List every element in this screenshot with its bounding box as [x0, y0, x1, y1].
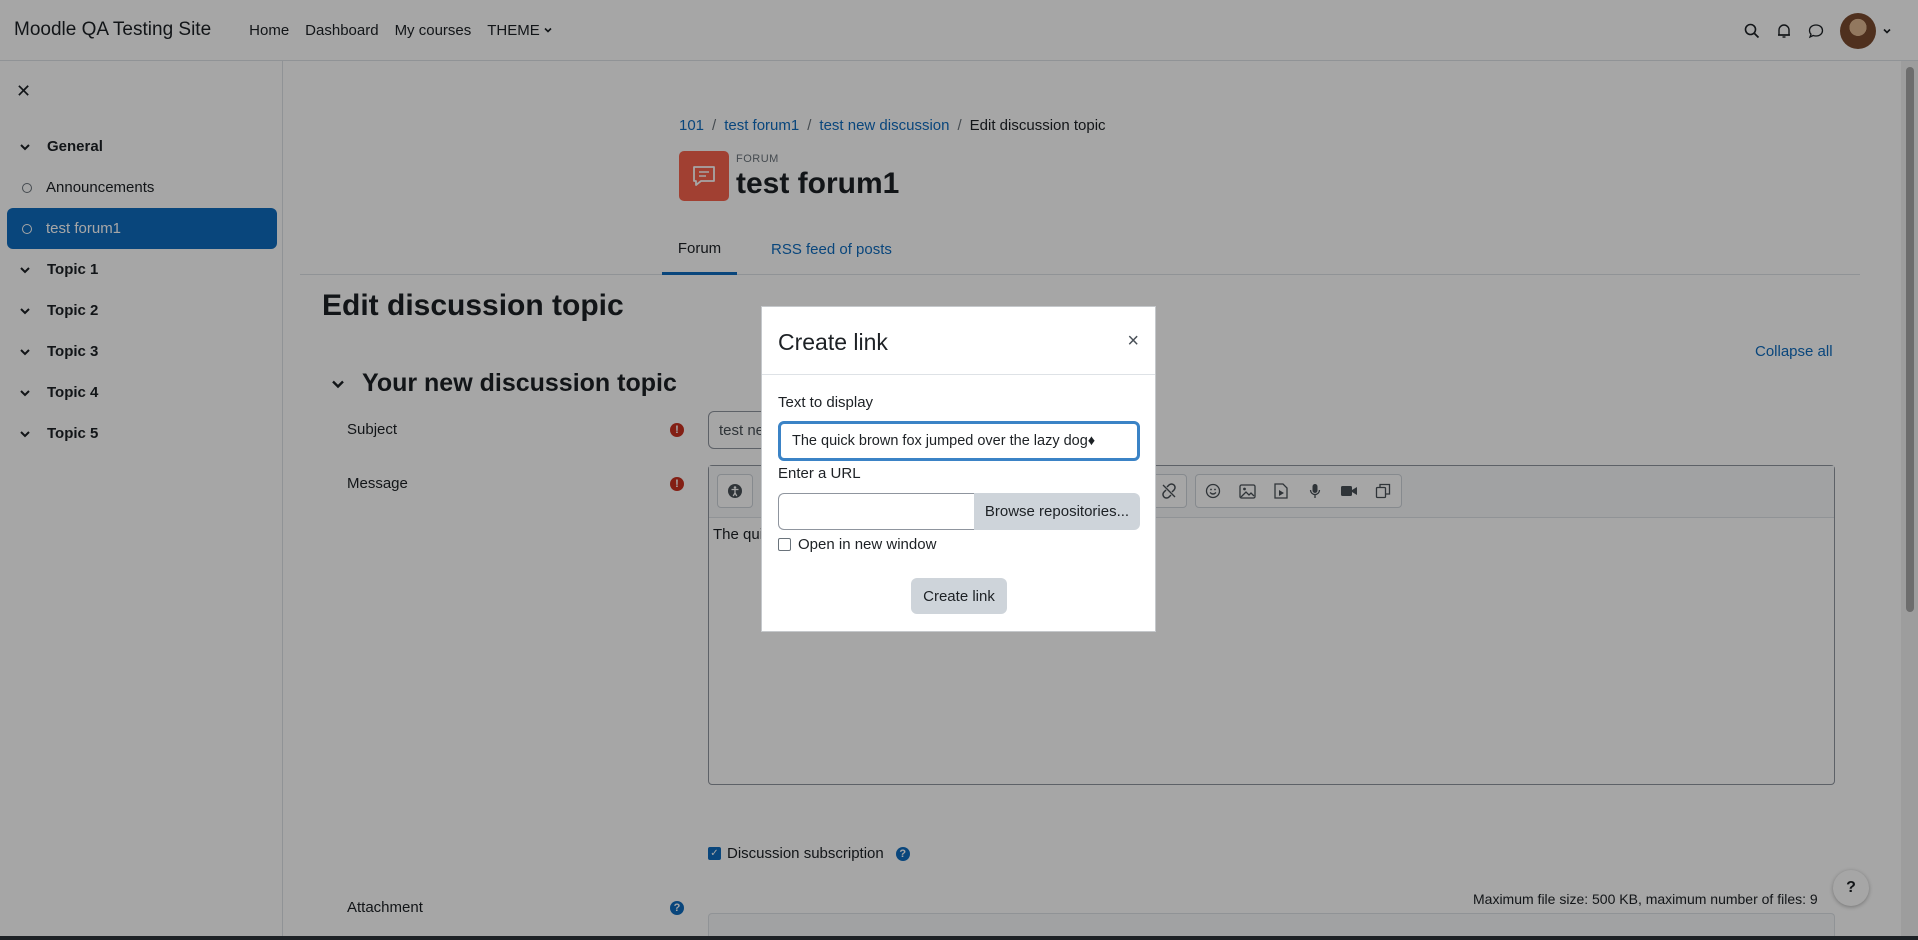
url-input[interactable] — [778, 493, 974, 530]
text-to-display-input[interactable]: The quick brown fox jumped over the lazy… — [778, 421, 1140, 461]
bottom-edge-bar — [0, 936, 1918, 940]
new-window-checkbox[interactable] — [778, 538, 791, 551]
open-in-new-window[interactable]: Open in new window — [778, 536, 936, 553]
create-link-button[interactable]: Create link — [911, 578, 1007, 614]
modal-header: Create link × — [762, 307, 1155, 375]
text-to-display-label: Text to display — [778, 394, 874, 411]
create-link-dialog: Create link × Text to display The quick … — [761, 306, 1156, 632]
url-input-group: Browse repositories... — [778, 493, 1140, 530]
modal-title: Create link — [778, 329, 888, 355]
new-window-label: Open in new window — [798, 536, 937, 553]
url-label: Enter a URL — [778, 465, 861, 482]
close-icon[interactable]: × — [1127, 331, 1139, 351]
browse-repositories-button[interactable]: Browse repositories... — [974, 493, 1140, 530]
